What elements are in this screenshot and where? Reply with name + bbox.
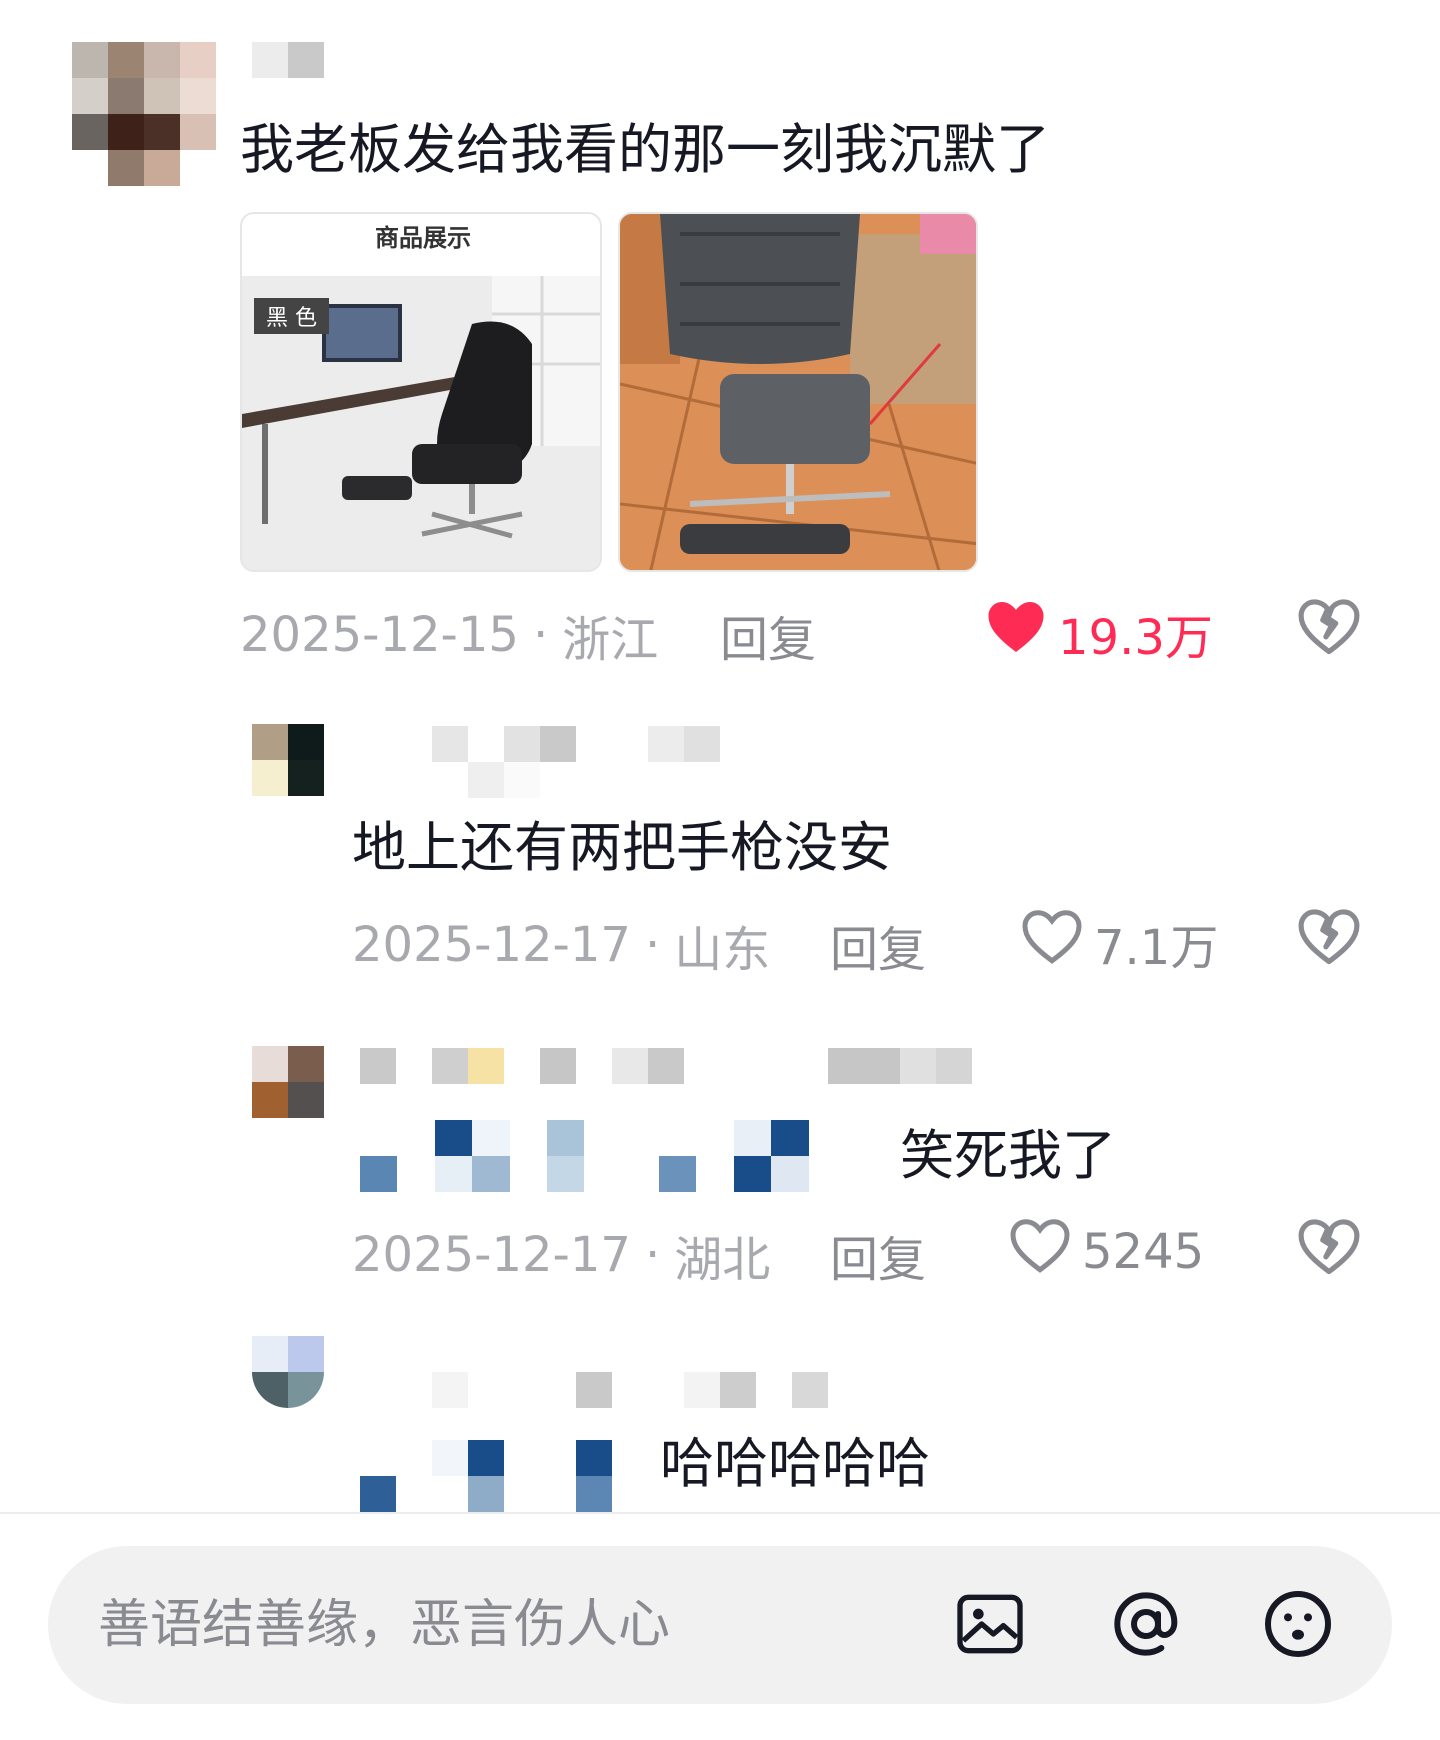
comment-region: 浙江 <box>562 612 659 668</box>
like-button[interactable]: 5245 <box>1010 1218 1204 1286</box>
dislike-button[interactable] <box>1298 598 1360 660</box>
username-blurred[interactable] <box>432 1372 864 1408</box>
comment-sheet: 我老板发给我看的那一刻我沉默了 商品展示 黑 色 2025-12-15 · 浙江… <box>0 0 1440 1740</box>
dislike-icon <box>1298 909 1360 970</box>
like-count: 5245 <box>1082 1224 1205 1280</box>
image-icon[interactable] <box>950 1584 1030 1668</box>
comment-text: 笑死我了 <box>900 1124 1116 1187</box>
like-button[interactable]: 19.3万 <box>986 598 1213 668</box>
comment-date: 2025-12-17 <box>352 1227 631 1283</box>
reply-button[interactable]: 回复 <box>720 600 816 670</box>
dislike-button[interactable] <box>1298 908 1360 970</box>
comment-date: 2025-12-15 <box>240 607 519 663</box>
dislike-button[interactable] <box>1298 1218 1360 1280</box>
comment-image[interactable]: 商品展示 黑 色 <box>240 212 602 572</box>
avatar[interactable] <box>72 42 216 186</box>
username-blurred[interactable] <box>432 726 720 798</box>
like-count: 19.3万 <box>1058 610 1213 666</box>
emoji-icon[interactable] <box>1258 1584 1338 1668</box>
color-tag: 黑 色 <box>254 298 329 334</box>
reply-button[interactable]: 回复 <box>830 1220 926 1290</box>
username-blurred[interactable] <box>360 1048 972 1084</box>
reply-button[interactable]: 回复 <box>830 910 926 980</box>
like-button[interactable]: 7.1万 <box>1022 908 1218 978</box>
comment-meta: 2025-12-17 · 湖北 <box>352 1220 770 1290</box>
emoji-blurred <box>360 1120 846 1192</box>
chair-photo <box>620 214 976 570</box>
comment-region: 山东 <box>674 922 771 978</box>
emoji-blurred <box>360 1440 648 1512</box>
heart-outline-icon <box>1022 909 1094 977</box>
comment-input[interactable]: 善语结善缘，恶言伤人心 <box>48 1546 1392 1704</box>
comment-image[interactable] <box>618 212 978 572</box>
comment-text: 哈哈哈哈哈 <box>660 1432 930 1495</box>
avatar[interactable] <box>252 1336 324 1408</box>
dislike-icon <box>1298 599 1360 660</box>
dislike-icon <box>1298 1219 1360 1280</box>
at-icon[interactable] <box>1106 1584 1186 1668</box>
office-chair-photo <box>242 214 600 570</box>
heart-filled-icon <box>986 599 1058 667</box>
avatar[interactable] <box>252 724 324 796</box>
meta-separator: · <box>532 607 549 663</box>
comment-region: 湖北 <box>674 1232 771 1288</box>
comment-date: 2025-12-17 <box>352 917 631 973</box>
heart-outline-icon <box>1010 1218 1082 1286</box>
like-count: 7.1万 <box>1094 920 1219 976</box>
comment-meta: 2025-12-17 · 山东 <box>352 910 770 980</box>
input-placeholder: 善语结善缘，恶言伤人心 <box>98 1595 671 1655</box>
image-caption: 商品展示 <box>375 224 471 252</box>
meta-separator: · <box>644 1227 661 1283</box>
comment-text: 我老板发给我看的那一刻我沉默了 <box>240 118 1050 181</box>
comment-meta: 2025-12-15 · 浙江 <box>240 600 658 670</box>
comment-text: 地上还有两把手枪没安 <box>352 816 892 879</box>
meta-separator: · <box>644 917 661 973</box>
avatar[interactable] <box>252 1046 324 1118</box>
username-blurred[interactable] <box>252 42 324 78</box>
